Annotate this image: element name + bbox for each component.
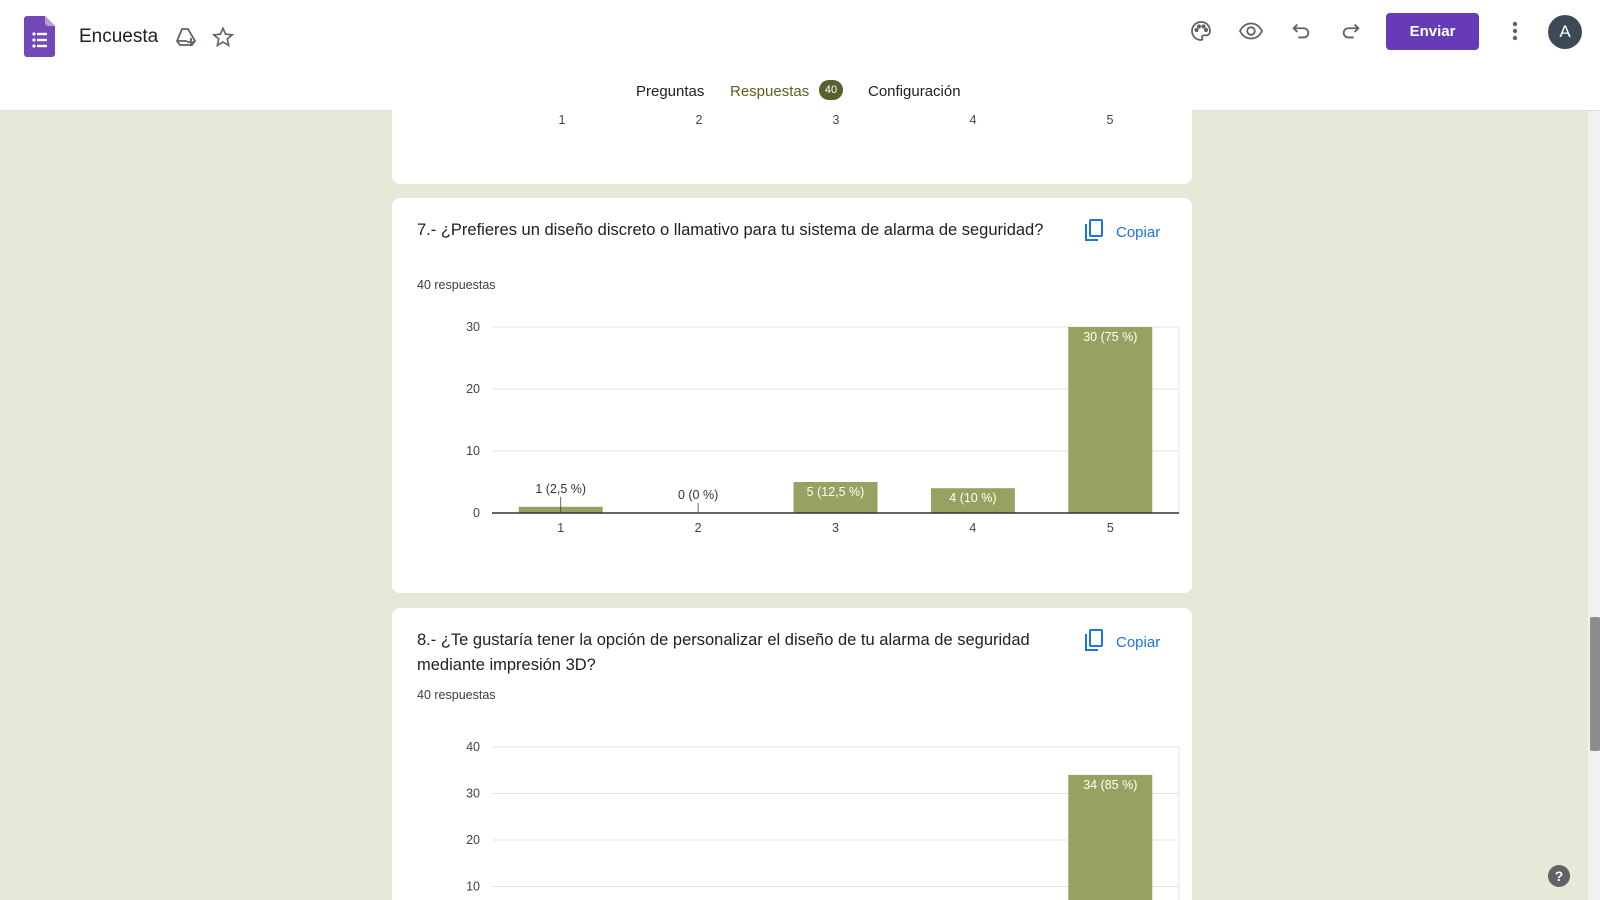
data-label: 34 (85 %) [1083, 778, 1137, 792]
response-count: 40 respuestas [417, 278, 496, 292]
move-to-drive-icon[interactable] [172, 23, 200, 51]
previous-chart-axis: 1 2 3 4 5 [559, 113, 1114, 127]
tab-responses[interactable]: Respuestas [730, 83, 809, 100]
response-count: 40 respuestas [417, 688, 496, 702]
x-tick-label: 5 [1107, 113, 1114, 127]
x-tick-label: 2 [696, 113, 703, 127]
redo-icon[interactable] [1337, 17, 1365, 45]
copy-label: Copiar [1116, 224, 1161, 241]
x-tick-label: 5 [1107, 521, 1114, 535]
y-tick-label: 20 [466, 382, 480, 396]
y-tick-label: 40 [466, 740, 480, 754]
question-title: 7.- ¿Prefieres un diseño discreto o llam… [417, 221, 1044, 239]
y-tick-label: 10 [466, 444, 480, 458]
send-button[interactable]: Enviar [1386, 13, 1479, 50]
document-title[interactable]: Encuesta [79, 26, 158, 48]
scrollbar-thumb[interactable] [1590, 617, 1600, 751]
copy-chart-button[interactable]: Copiar [1084, 218, 1160, 247]
data-label: 1 (2,5 %) [535, 482, 586, 496]
bar-chart-q8: 10 20 30 40 34 (85 %) [466, 740, 1180, 900]
y-tick-label: 0 [473, 506, 480, 520]
data-label: 5 (12,5 %) [807, 485, 865, 499]
scrollbar[interactable] [1588, 111, 1600, 900]
bar-chart-q7: 0 10 20 30 1 (2,5 %) 1 0 (0 %) 2 5 (12,5 %) 3 4 (1… [466, 320, 1180, 535]
top-bar: Encuesta Enviar A Preguntas Respuestas 4… [0, 0, 1600, 111]
undo-icon[interactable] [1287, 17, 1315, 45]
bar [1068, 327, 1153, 513]
x-tick-label: 3 [832, 521, 839, 535]
data-label: 30 (75 %) [1083, 330, 1137, 344]
x-tick-label: 4 [970, 113, 977, 127]
bar [1068, 774, 1153, 900]
y-tick-label: 20 [466, 833, 480, 847]
responses-count-badge: 40 [819, 80, 843, 100]
copy-icon [1084, 628, 1104, 657]
question-card-8: 8.- ¿Te gustaría tener la opción de pers… [392, 608, 1192, 900]
copy-icon [1084, 218, 1104, 247]
x-tick-label: 1 [557, 521, 564, 535]
avatar[interactable]: A [1548, 15, 1582, 49]
y-tick-label: 30 [466, 320, 480, 334]
tab-settings[interactable]: Configuración [868, 83, 961, 100]
forms-app-icon[interactable] [24, 16, 55, 57]
previous-question-card: 1 2 3 4 5 [392, 100, 1192, 184]
question-card-7: 7.- ¿Prefieres un diseño discreto o llam… [392, 198, 1192, 593]
help-icon[interactable]: ? [1548, 865, 1570, 887]
question-title: 8.- ¿Te gustaría tener la opción de pers… [417, 631, 1030, 674]
copy-chart-button[interactable]: Copiar [1084, 628, 1160, 657]
more-vert-icon[interactable] [1501, 17, 1529, 45]
data-label: 0 (0 %) [678, 488, 718, 502]
palette-icon[interactable] [1187, 17, 1215, 45]
x-tick-label: 2 [695, 521, 702, 535]
x-tick-label: 4 [969, 521, 976, 535]
x-tick-label: 1 [559, 113, 566, 127]
copy-label: Copiar [1116, 634, 1161, 651]
star-icon[interactable] [209, 23, 237, 51]
y-tick-label: 10 [466, 880, 480, 894]
x-tick-label: 3 [833, 113, 840, 127]
y-tick-label: 30 [466, 787, 480, 801]
preview-eye-icon[interactable] [1237, 17, 1265, 45]
tab-questions[interactable]: Preguntas [636, 83, 704, 100]
data-label: 4 (10 %) [949, 491, 996, 505]
